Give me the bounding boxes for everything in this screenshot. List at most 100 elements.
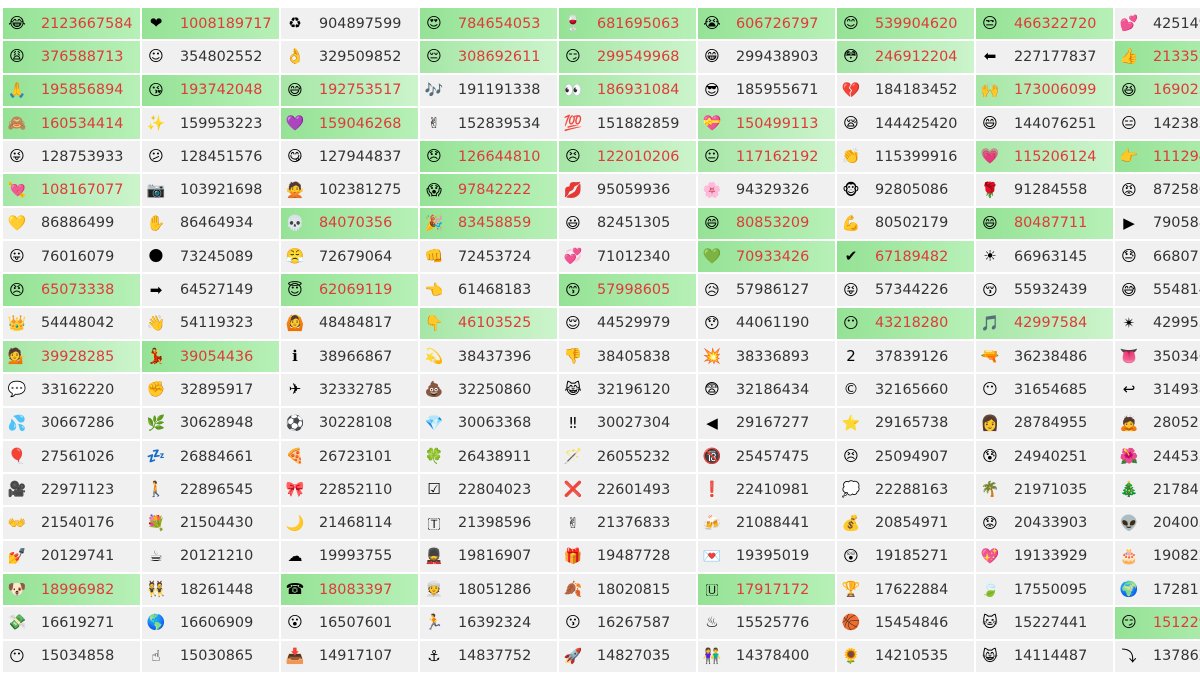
emoji-cell[interactable]: ☁ 19993755 (281, 540, 418, 573)
emoji-cell[interactable]: 💤 26884661 (142, 440, 279, 473)
emoji-cell[interactable]: 😳 246912204 (837, 41, 974, 73)
emoji-cell[interactable]: 🏃 16392324 (420, 607, 557, 639)
emoji-cell[interactable]: 😹 32196120 (559, 374, 696, 406)
emoji-cell[interactable]: 🎶 191191338 (420, 74, 557, 106)
emoji-cell[interactable]: 😆 1690237 (1115, 74, 1200, 106)
emoji-cell[interactable]: 😅 192753517 (281, 74, 418, 106)
emoji-cell[interactable]: 💪 80502179 (837, 207, 974, 240)
emoji-cell[interactable]: ✋ 86464934 (142, 207, 279, 240)
emoji-cell[interactable]: 🐵 92805086 (837, 174, 974, 206)
emoji-cell[interactable]: 🎂 1908221 (1115, 540, 1200, 573)
emoji-cell[interactable]: 😰 24940251 (976, 440, 1113, 473)
emoji-cell[interactable]: 🎀 22852110 (281, 474, 418, 506)
emoji-cell[interactable]: 😟 20433903 (976, 507, 1113, 539)
emoji-cell[interactable]: ♻ 904897599 (281, 8, 418, 40)
emoji-cell[interactable]: ↩ 3149383 (1115, 374, 1200, 406)
emoji-cell[interactable]: 🚶 22896545 (142, 474, 279, 506)
emoji-cell[interactable]: ☎ 18083397 (281, 574, 418, 606)
emoji-cell[interactable]: 🍀 26438911 (420, 440, 557, 473)
emoji-cell[interactable]: 💥 38336893 (698, 340, 835, 373)
emoji-cell[interactable]: 😏 1512297 (1115, 607, 1200, 639)
emoji-cell[interactable]: ⤵ 1378624 (1115, 640, 1200, 672)
emoji-cell[interactable]: 📥 14917107 (281, 640, 418, 672)
emoji-cell[interactable]: 😮 16507601 (281, 607, 418, 639)
emoji-cell[interactable]: 😝 57344226 (837, 274, 974, 306)
emoji-cell[interactable]: 😭 606726797 (698, 8, 835, 40)
emoji-cell[interactable]: 😋 127944837 (281, 141, 418, 173)
emoji-cell[interactable]: ◀ 29167277 (698, 407, 835, 439)
emoji-cell[interactable]: 😄 80487711 (976, 207, 1113, 240)
emoji-cell[interactable]: 💌 19395019 (698, 540, 835, 573)
emoji-cell[interactable]: 🍻 21088441 (698, 507, 835, 539)
emoji-cell[interactable]: 🐶 18996982 (3, 574, 140, 606)
emoji-cell[interactable]: 👇 46103525 (420, 307, 557, 339)
emoji-cell[interactable]: 😤 72679064 (281, 241, 418, 273)
emoji-cell[interactable]: 😣 122010206 (559, 141, 696, 173)
emoji-cell[interactable]: 💕 4251494 (1115, 8, 1200, 40)
emoji-cell[interactable]: 💀 84070356 (281, 207, 418, 240)
emoji-cell[interactable]: 💞 71012340 (559, 241, 696, 273)
emoji-cell[interactable]: ⚽ 30228108 (281, 407, 418, 439)
emoji-cell[interactable]: 💬 33162220 (3, 374, 140, 406)
emoji-cell[interactable]: 💅 20129741 (3, 540, 140, 573)
emoji-cell[interactable]: 😸 14114487 (976, 640, 1113, 672)
emoji-cell[interactable]: 🏀 15454846 (837, 607, 974, 639)
emoji-cell[interactable]: 🍷 681695063 (559, 8, 696, 40)
emoji-cell[interactable]: 💦 30667286 (3, 407, 140, 439)
emoji-cell[interactable]: 🙅 102381275 (281, 174, 418, 206)
emoji-cell[interactable]: 🌍 1728110 (1115, 574, 1200, 606)
emoji-cell[interactable]: 😶 43218280 (837, 307, 974, 339)
emoji-cell[interactable]: 🙇 2805210 (1115, 407, 1200, 439)
emoji-cell[interactable]: 😅 5548146 (1115, 274, 1200, 306)
emoji-cell[interactable]: ❗ 22410981 (698, 474, 835, 506)
emoji-cell[interactable]: 😘 193742048 (142, 74, 279, 106)
emoji-cell[interactable]: ❤ 1008189717 (142, 8, 279, 40)
emoji-cell[interactable]: 💋 95059936 (559, 174, 696, 206)
emoji-cell[interactable]: 👀 186931084 (559, 74, 696, 106)
emoji-cell[interactable]: 💩 32250860 (420, 374, 557, 406)
emoji-cell[interactable]: 💁 39928285 (3, 340, 140, 373)
emoji-cell[interactable]: 😐 117162192 (698, 141, 835, 173)
emoji-cell[interactable]: 💚 70933426 (698, 241, 835, 273)
emoji-cell[interactable]: 💯 151882859 (559, 107, 696, 140)
emoji-cell[interactable]: ▶ 7905889 (1115, 207, 1200, 240)
emoji-cell[interactable]: 👯 18261448 (142, 574, 279, 606)
emoji-cell[interactable]: 🙌 173006099 (976, 74, 1113, 106)
emoji-cell[interactable]: 😌 44529979 (559, 307, 696, 339)
emoji-cell[interactable]: 👍 2133527 (1115, 41, 1200, 73)
emoji-cell[interactable]: 💎 30063368 (420, 407, 557, 439)
emoji-cell[interactable]: 🇹 21398596 (420, 507, 557, 539)
emoji-cell[interactable]: 🌑 73245089 (142, 241, 279, 273)
emoji-cell[interactable]: ✔ 67189482 (837, 241, 974, 273)
emoji-cell[interactable]: 👑 54448042 (3, 307, 140, 339)
emoji-cell[interactable]: 😄 80853209 (698, 207, 835, 240)
emoji-cell[interactable]: 🎉 83458859 (420, 207, 557, 240)
emoji-cell[interactable]: 😔 308692611 (420, 41, 557, 73)
emoji-cell[interactable]: ✈ 32332785 (281, 374, 418, 406)
emoji-cell[interactable]: 🌴 21971035 (976, 474, 1113, 506)
emoji-cell[interactable]: ✴ 4299550 (1115, 307, 1200, 339)
emoji-cell[interactable]: 💂 19816907 (420, 540, 557, 573)
emoji-cell[interactable]: 😚 55932439 (976, 274, 1113, 306)
emoji-cell[interactable]: 🌙 21468114 (281, 507, 418, 539)
emoji-cell[interactable]: 😂 2123667584 (3, 8, 140, 40)
emoji-cell[interactable]: 👉 1112949 (1115, 141, 1200, 173)
emoji-cell[interactable]: ✌ 152839534 (420, 107, 557, 140)
emoji-cell[interactable]: 😁 299438903 (698, 41, 835, 73)
emoji-cell[interactable]: ❌ 22601493 (559, 474, 696, 506)
emoji-cell[interactable]: 😛 76016079 (3, 241, 140, 273)
emoji-cell[interactable]: ℹ 38966867 (281, 340, 418, 373)
emoji-cell[interactable]: 💐 21504430 (142, 507, 279, 539)
emoji-cell[interactable]: 👅 3503463 (1115, 340, 1200, 373)
emoji-cell[interactable]: 👌 329509852 (281, 41, 418, 73)
emoji-cell[interactable]: 🎥 22971123 (3, 474, 140, 506)
emoji-cell[interactable]: 🍃 17550095 (976, 574, 1113, 606)
emoji-cell[interactable]: 🔞 25457475 (698, 440, 835, 473)
emoji-cell[interactable]: ⚓ 14837752 (420, 640, 557, 672)
emoji-cell[interactable]: 😜 128753933 (3, 141, 140, 173)
emoji-cell[interactable]: 😯 44061190 (698, 307, 835, 339)
emoji-cell[interactable]: 💛 86886499 (3, 207, 140, 240)
emoji-cell[interactable]: 🌎 16606909 (142, 607, 279, 639)
emoji-cell[interactable]: 🪄 26055232 (559, 440, 696, 473)
emoji-cell[interactable]: 😍 784654053 (420, 8, 557, 40)
